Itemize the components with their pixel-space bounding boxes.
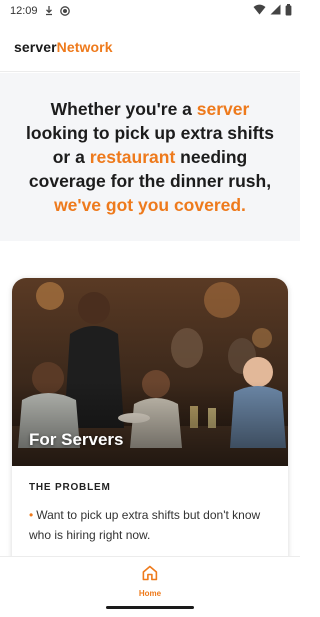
hero-accent-restaurant: restaurant xyxy=(89,147,176,167)
download-icon xyxy=(45,6,53,16)
problem-text: Want to pick up extra shifts but don't k… xyxy=(29,508,261,542)
hero-accent-server: server xyxy=(196,99,250,119)
status-bar: 12:09 xyxy=(0,0,300,22)
problem-item: • Want to pick up extra shifts but don't … xyxy=(29,505,271,545)
status-right xyxy=(253,3,292,19)
for-servers-card[interactable]: For Servers THE PROBLEM • Want to pick up… xyxy=(12,278,288,556)
wifi-icon xyxy=(253,4,266,18)
brand-logo[interactable]: serverNetwork xyxy=(14,39,113,55)
brand-part-2: Network xyxy=(56,38,113,55)
nav-label-home: Home xyxy=(138,589,162,598)
status-time: 12:09 xyxy=(10,5,38,17)
hero-text-part: Whether you're a xyxy=(50,99,197,119)
restaurant-photo: For Servers xyxy=(12,278,288,466)
home-icon xyxy=(141,564,159,587)
home-indicator[interactable] xyxy=(106,606,194,609)
bullet-icon: • xyxy=(29,508,34,522)
nav-item-home[interactable]: Home xyxy=(139,564,161,598)
section-label-problem: THE PROBLEM xyxy=(29,482,111,493)
main-content[interactable]: Whether you're a server looking to pick … xyxy=(0,73,300,556)
hero-text: Whether you're a server looking to pick … xyxy=(18,97,282,217)
hero-accent-covered: we've got you covered. xyxy=(54,195,246,215)
cell-signal-icon xyxy=(270,4,281,18)
status-left: 12:09 xyxy=(10,5,70,17)
brand-part-1: server xyxy=(14,38,57,55)
app-bar: serverNetwork xyxy=(0,22,300,72)
battery-icon xyxy=(285,3,292,19)
hero-section: Whether you're a server looking to pick … xyxy=(0,73,300,241)
record-icon xyxy=(59,6,70,16)
bottom-nav: Home xyxy=(0,556,300,617)
card-body: THE PROBLEM • Want to pick up extra shift… xyxy=(12,466,288,545)
card-title: For Servers xyxy=(29,430,124,449)
